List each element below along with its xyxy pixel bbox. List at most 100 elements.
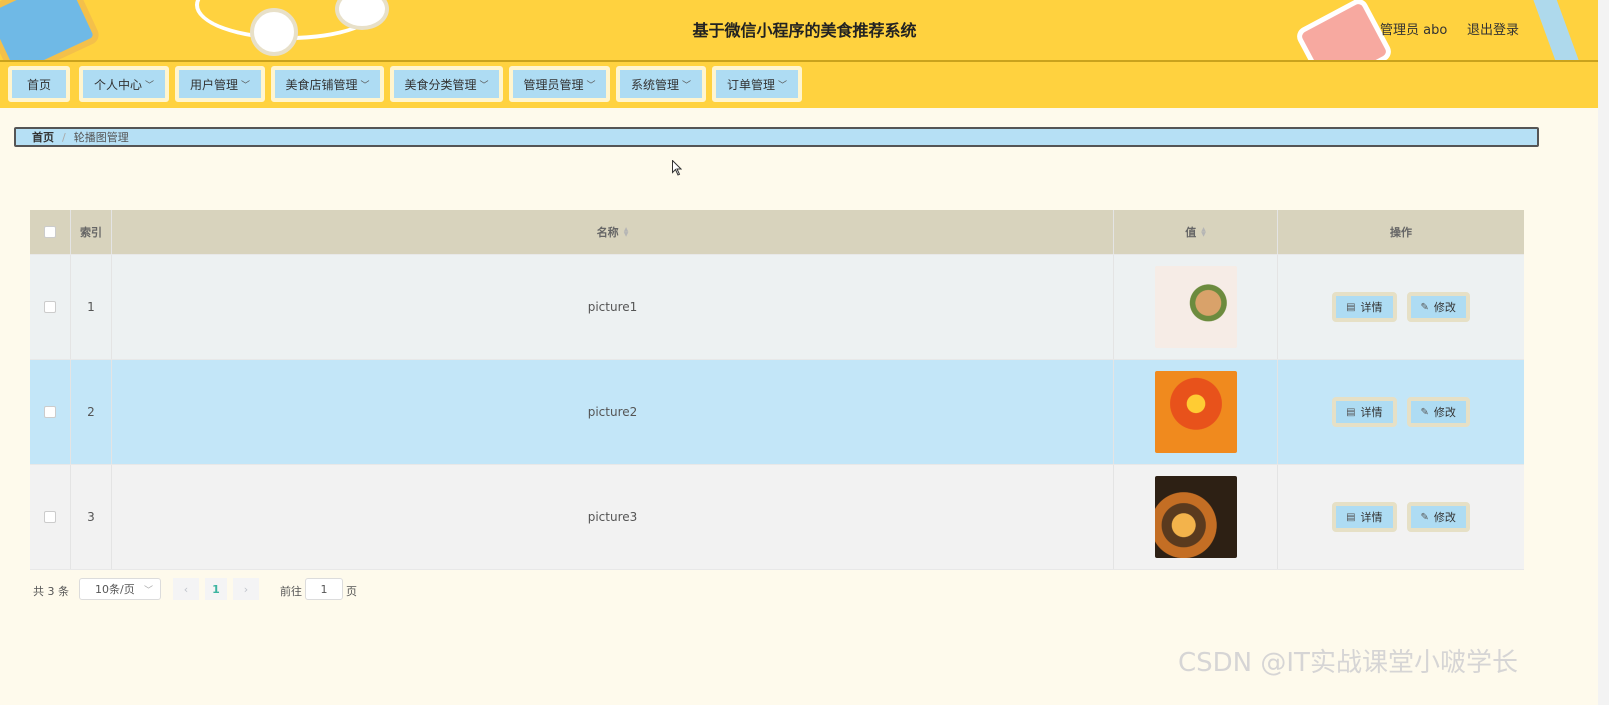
banner-image[interactable] [1154,476,1237,558]
select-all-checkbox[interactable] [44,226,56,238]
row-actions: ▤ 详情 ✎ 修改 [1278,255,1524,359]
edit-label: 修改 [1433,406,1456,419]
current-user: 管理员 abo [1380,23,1448,38]
edit-button[interactable]: ✎ 修改 [1406,292,1470,322]
row-index: 2 [71,360,112,464]
nav-label: 美食分类管理 [404,77,477,92]
page-size-select[interactable]: 10条/页 ﹀ [79,578,161,600]
nav-admin-management[interactable]: 管理员管理 ﹀ [509,66,610,102]
row-value [1114,360,1278,464]
chevron-down-icon: ﹀ [360,80,370,91]
row-value [1114,255,1278,359]
nav-user-management[interactable]: 用户管理 ﹀ [175,66,265,102]
goto-label: 前往 [280,585,302,598]
header-value[interactable]: 值 ▲ ▼ [1114,210,1278,254]
chevron-left-icon: ‹ [183,582,189,596]
chevron-down-icon: ﹀ [778,80,788,91]
header-value-label: 值 [1185,226,1197,239]
page-size-value: 10条/页 [95,583,135,596]
banner-image[interactable] [1154,266,1237,348]
edit-button[interactable]: ✎ 修改 [1406,502,1470,532]
goto-page-input[interactable]: 1 [305,578,343,600]
table-header: 索引 名称 ▲ ▼ 值 ▲ ▼ 操作 [30,210,1524,255]
nav-label: 管理员管理 [523,77,584,92]
detail-label: 详情 [1360,406,1383,419]
chevron-down-icon: ﹀ [682,80,692,91]
row-checkbox[interactable] [44,301,56,313]
row-name: picture1 [112,255,1114,359]
nav-shop-management[interactable]: 美食店铺管理 ﹀ [271,66,384,102]
row-name: picture2 [112,360,1114,464]
row-actions: ▤ 详情 ✎ 修改 [1278,465,1524,569]
nav-label: 系统管理 [630,77,679,92]
row-select-cell [30,360,71,464]
select-all-cell [30,210,71,254]
table-row: 3 picture3 ▤ 详情 ✎ 修改 [30,465,1524,570]
sort-icon[interactable]: ▲ ▼ [1201,227,1206,238]
nav-label: 个人中心 [93,77,142,92]
nav-label: 用户管理 [189,77,238,92]
pencil-icon: ✎ [1420,406,1429,418]
header-name[interactable]: 名称 ▲ ▼ [112,210,1114,254]
header-index: 索引 [71,210,112,254]
chevron-right-icon: › [243,582,249,596]
document-icon: ▤ [1346,511,1356,523]
edit-label: 修改 [1433,301,1456,314]
sort-icon[interactable]: ▲ ▼ [624,227,629,238]
chevron-down-icon: ﹀ [145,80,155,91]
detail-button[interactable]: ▤ 详情 [1332,397,1397,427]
detail-label: 详情 [1360,301,1383,314]
nav-category-management[interactable]: 美食分类管理 ﹀ [390,66,503,102]
row-actions: ▤ 详情 ✎ 修改 [1278,360,1524,464]
watermark: CSDN @IT实战课堂小啵学长 [1178,648,1518,678]
page-number-current[interactable]: 1 [205,578,227,600]
row-select-cell [30,255,71,359]
breadcrumb-separator: / [62,130,66,144]
site-title: 基于微信小程序的美食推荐系统 [692,21,917,40]
table-row: 2 picture2 ▤ 详情 ✎ 修改 [30,360,1524,465]
nav-label: 订单管理 [726,77,775,92]
pencil-icon: ✎ [1420,301,1429,313]
row-index: 3 [71,465,112,569]
row-select-cell [30,465,71,569]
edit-button[interactable]: ✎ 修改 [1406,397,1470,427]
nav-label: 首页 [26,77,51,92]
row-checkbox[interactable] [44,511,56,523]
breadcrumb: 首页 / 轮播图管理 [14,127,1539,147]
row-value [1114,465,1278,569]
row-name: picture3 [112,465,1114,569]
nav-order-management[interactable]: 订单管理 ﹀ [712,66,802,102]
detail-label: 详情 [1360,511,1383,524]
page-suffix: 页 [346,585,357,598]
detail-button[interactable]: ▤ 详情 [1332,292,1397,322]
nav-personal-center[interactable]: 个人中心 ﹀ [79,66,169,102]
row-index: 1 [71,255,112,359]
header-name-label: 名称 [596,226,619,239]
row-checkbox[interactable] [44,406,56,418]
logout-link[interactable]: 退出登录 [1467,19,1519,38]
banner-image[interactable] [1154,371,1237,453]
edit-label: 修改 [1433,511,1456,524]
chevron-down-icon: ﹀ [479,80,489,91]
main-nav: 首页 个人中心 ﹀ 用户管理 ﹀ 美食店铺管理 ﹀ 美食分类管理 ﹀ 管理员管理 ﹀ 系统… [0,62,1598,108]
mouse-cursor-icon [672,160,682,176]
chevron-down-icon: ﹀ [143,586,153,596]
banner-table: 索引 名称 ▲ ▼ 值 ▲ ▼ 操作 1 picture1 ▤ 详情 ✎ 修改 2 pict… [30,210,1524,570]
next-page-button[interactable]: › [233,578,259,600]
pencil-icon: ✎ [1420,511,1429,523]
chevron-down-icon: ﹀ [586,80,596,91]
breadcrumb-home[interactable]: 首页 [32,129,54,145]
nav-system-management[interactable]: 系统管理 ﹀ [616,66,706,102]
chevron-down-icon: ﹀ [241,80,251,91]
prev-page-button[interactable]: ‹ [173,578,199,600]
nav-home[interactable]: 首页 [8,66,70,102]
total-count: 共 3 条 [33,585,69,598]
header: 基于微信小程序的美食推荐系统 管理员 abo 退出登录 [0,0,1598,62]
header-actions: 操作 [1390,226,1412,239]
nav-label: 美食店铺管理 [285,77,358,92]
document-icon: ▤ [1346,406,1356,418]
breadcrumb-current: 轮播图管理 [73,131,129,144]
table-row: 1 picture1 ▤ 详情 ✎ 修改 [30,255,1524,360]
vertical-scrollbar[interactable] [1598,0,1609,705]
detail-button[interactable]: ▤ 详情 [1332,502,1397,532]
